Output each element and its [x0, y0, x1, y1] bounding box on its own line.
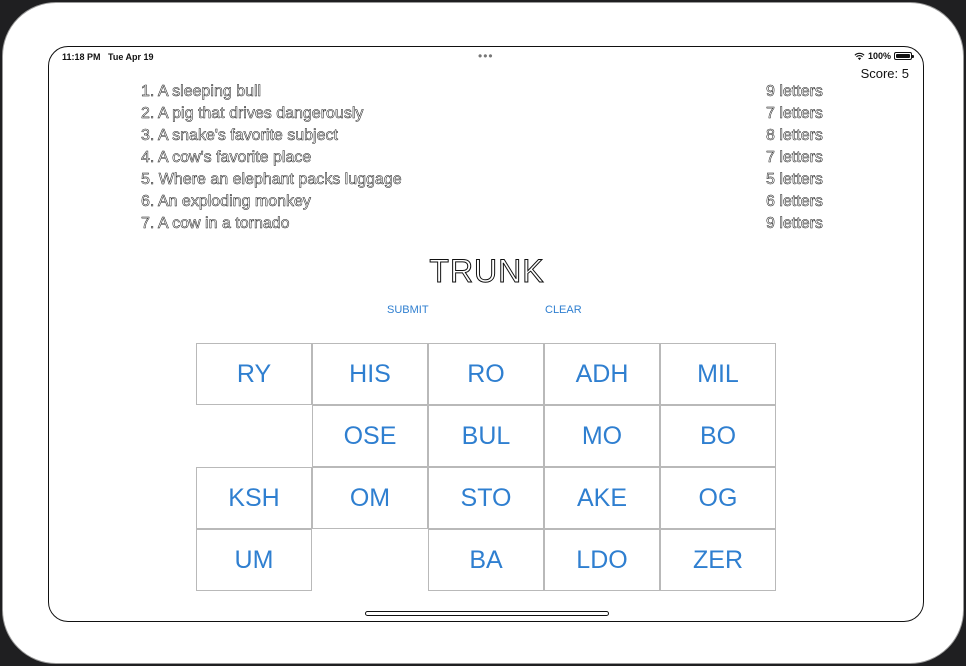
wifi-icon [854, 52, 865, 60]
clue-text: 5. Where an elephant packs luggage [141, 171, 402, 189]
app-screen: 11:18 PM Tue Apr 19 ••• 100% Score: 5 1.… [48, 46, 924, 622]
home-indicator[interactable] [365, 611, 609, 616]
letter-tile[interactable]: BUL [428, 405, 544, 467]
clear-button[interactable]: CLEAR [545, 304, 582, 316]
letter-tile[interactable]: ADH [544, 343, 660, 405]
clue-text: 7. A cow in a tornado [141, 215, 290, 233]
multitasking-dots-icon[interactable]: ••• [478, 49, 494, 63]
letter-tile[interactable]: OSE [312, 405, 428, 467]
clue-row: 2. A pig that drives dangerously 7 lette… [141, 105, 851, 127]
status-bar: 11:18 PM Tue Apr 19 ••• 100% [49, 47, 923, 65]
score-display: Score: 5 [861, 66, 909, 81]
device-frame: 11:18 PM Tue Apr 19 ••• 100% Score: 5 1.… [2, 2, 964, 664]
clue-length: 7 letters [766, 105, 823, 123]
clue-length: 9 letters [766, 215, 823, 233]
battery-percent: 100% [867, 51, 891, 61]
clue-text: 4. A cow's favorite place [141, 149, 312, 167]
letter-tile[interactable]: STO [428, 467, 544, 529]
clue-length: 9 letters [766, 83, 823, 101]
clue-row: 5. Where an elephant packs luggage 5 let… [141, 171, 851, 193]
letter-tile[interactable]: MIL [660, 343, 776, 405]
letter-tile[interactable]: OG [660, 467, 776, 529]
clue-text: 2. A pig that drives dangerously [141, 105, 364, 123]
clue-length: 8 letters [766, 127, 823, 145]
status-indicators: 100% [854, 51, 914, 61]
clue-text: 1. A sleeping bull [141, 83, 262, 101]
battery-icon [894, 52, 914, 60]
letter-tile[interactable]: AKE [544, 467, 660, 529]
clue-text: 3. A snake's favorite subject [141, 127, 338, 145]
clue-row: 4. A cow's favorite place 7 letters [141, 149, 851, 171]
clue-length: 6 letters [766, 193, 823, 211]
status-time: 11:18 PM [62, 52, 101, 62]
score-label: Score: [860, 66, 899, 81]
current-word: TRUNK [429, 253, 545, 290]
clue-row: 1. A sleeping bull 9 letters [141, 83, 851, 105]
letter-tile[interactable]: HIS [312, 343, 428, 405]
letter-tile[interactable]: BA [428, 529, 544, 591]
score-value: 5 [901, 66, 909, 81]
letter-tile[interactable]: KSH [196, 467, 312, 529]
clue-length: 5 letters [766, 171, 823, 189]
submit-button[interactable]: SUBMIT [387, 304, 429, 316]
clue-row: 3. A snake's favorite subject 8 letters [141, 127, 851, 149]
letter-tile[interactable]: ZER [660, 529, 776, 591]
clue-length: 7 letters [766, 149, 823, 167]
status-date: Tue Apr 19 [108, 52, 154, 62]
letter-tile[interactable]: BO [660, 405, 776, 467]
letter-tile[interactable]: RY [196, 343, 312, 405]
letter-tile[interactable]: RO [428, 343, 544, 405]
letter-tile[interactable]: OM [312, 467, 428, 529]
letter-tile[interactable]: UM [196, 529, 312, 591]
letter-tile[interactable]: MO [544, 405, 660, 467]
tile-grid: RY HIS RO ADH MIL OSE BUL MO BO KSH OM S… [196, 343, 776, 591]
letter-tile[interactable]: LDO [544, 529, 660, 591]
clue-text: 6. An exploding monkey [141, 193, 311, 211]
clue-row: 6. An exploding monkey 6 letters [141, 193, 851, 215]
clue-row: 7. A cow in a tornado 9 letters [141, 215, 851, 237]
